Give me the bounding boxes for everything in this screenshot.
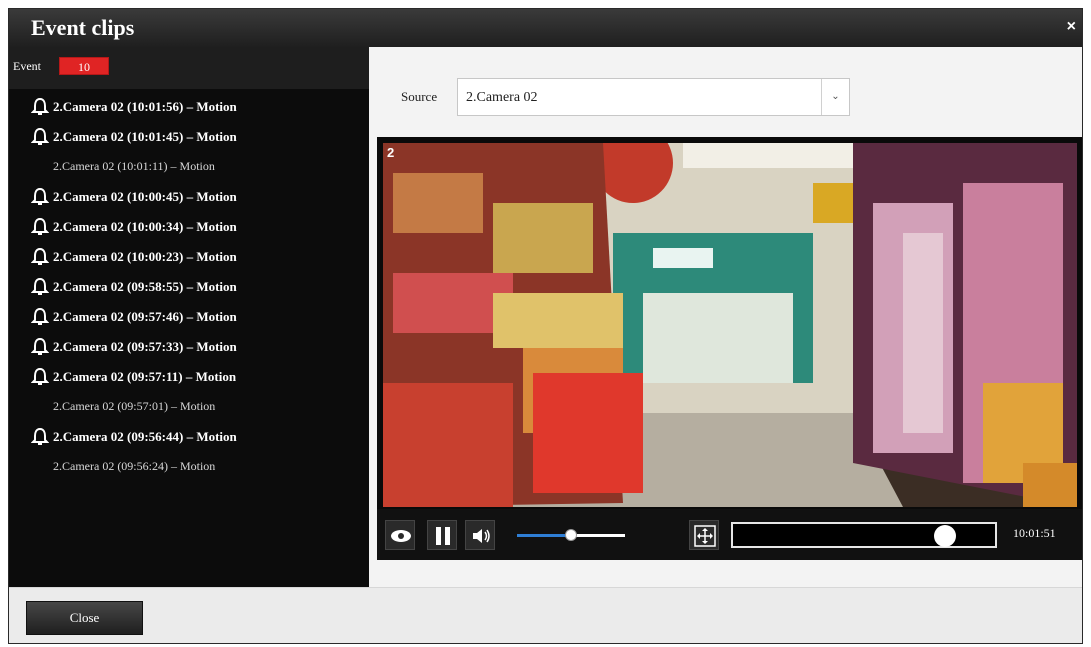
bell-icon	[31, 187, 49, 205]
event-label-text: 2.Camera 02 (10:00:34) – Motion	[53, 219, 237, 234]
video-player: 2 10:01:51	[377, 137, 1082, 560]
view-button[interactable]	[385, 520, 415, 550]
main-panel: Source 2.Camera 02 ⌄ 2 10:01:51	[369, 47, 1082, 587]
event-sidebar: Event 10 2.Camera 02 (10:01:56) – Motion…	[9, 47, 369, 587]
bell-icon	[31, 337, 49, 355]
event-label: Event	[13, 59, 41, 73]
event-label-text: 2.Camera 02 (10:00:23) – Motion	[53, 249, 237, 264]
event-list-item[interactable]: 2.Camera 02 (09:58:55) – Motion	[9, 271, 369, 301]
source-label: Source	[401, 89, 438, 104]
event-list-item[interactable]: 2.Camera 02 (10:00:34) – Motion	[9, 211, 369, 241]
bell-icon	[31, 367, 49, 385]
bell-icon	[31, 277, 49, 295]
event-list-item[interactable]: 2.Camera 02 (10:00:23) – Motion	[9, 241, 369, 271]
speaker-icon	[473, 529, 490, 543]
pause-icon	[436, 527, 450, 545]
timeline-thumb[interactable]	[934, 525, 957, 547]
camera-number: 2	[387, 145, 395, 160]
bell-icon	[31, 217, 49, 235]
playback-timeline[interactable]	[731, 522, 997, 548]
event-list-item[interactable]: 2.Camera 02 (09:56:44) – Motion	[9, 421, 369, 451]
event-list-item[interactable]: 2.Camera 02 (09:57:46) – Motion	[9, 301, 369, 331]
event-label-text: 2.Camera 02 (09:56:44) – Motion	[53, 429, 237, 444]
event-label-text: 2.Camera 02 (09:57:01) – Motion	[53, 399, 216, 413]
volume-thumb[interactable]	[565, 529, 577, 541]
player-controls: 10:01:51	[377, 509, 1082, 560]
fullscreen-button[interactable]	[689, 520, 719, 550]
chevron-down-icon[interactable]: ⌄	[821, 79, 849, 115]
event-label-text: 2.Camera 02 (09:57:46) – Motion	[53, 309, 237, 324]
event-list-item[interactable]: 2.Camera 02 (10:01:11) – Motion	[9, 151, 369, 181]
video-frame[interactable]: 2	[383, 143, 1077, 507]
store-aisle-image	[383, 143, 1077, 507]
event-list-item[interactable]: 2.Camera 02 (10:00:45) – Motion	[9, 181, 369, 211]
bell-icon	[31, 307, 49, 325]
time-readout: 10:01:51	[1013, 526, 1056, 540]
dialog-footer: Close	[9, 587, 1082, 643]
dialog-title: Event clips	[31, 15, 135, 40]
event-label-text: 2.Camera 02 (10:01:11) – Motion	[53, 159, 215, 173]
source-value: 2.Camera 02	[466, 90, 538, 105]
eye-icon	[391, 530, 411, 542]
close-icon[interactable]: ×	[1067, 19, 1076, 35]
volume-fill	[517, 534, 571, 537]
event-label-text: 2.Camera 02 (09:58:55) – Motion	[53, 279, 237, 294]
mute-button[interactable]	[465, 520, 495, 550]
event-count-badge: 10	[59, 57, 109, 75]
event-label-text: 2.Camera 02 (10:00:45) – Motion	[53, 189, 237, 204]
event-list-item[interactable]: 2.Camera 02 (09:57:11) – Motion	[9, 361, 369, 391]
event-list-item[interactable]: 2.Camera 02 (10:01:56) – Motion	[9, 91, 369, 121]
event-list-item[interactable]: 2.Camera 02 (10:01:45) – Motion	[9, 121, 369, 151]
event-list: 2.Camera 02 (10:01:56) – Motion 2.Camera …	[9, 91, 369, 481]
fullscreen-icon	[694, 525, 716, 547]
bell-icon	[31, 127, 49, 145]
event-header: Event 10	[9, 47, 369, 89]
event-list-item[interactable]: 2.Camera 02 (09:57:33) – Motion	[9, 331, 369, 361]
bell-icon	[31, 97, 49, 115]
event-clips-dialog: Event clips × Event 10 2.Camera 02 (10:0…	[8, 8, 1083, 644]
event-list-item[interactable]: 2.Camera 02 (09:56:24) – Motion	[9, 451, 369, 481]
dialog-titlebar: Event clips ×	[9, 9, 1082, 47]
event-list-item[interactable]: 2.Camera 02 (09:57:01) – Motion	[9, 391, 369, 421]
close-button[interactable]: Close	[26, 601, 143, 635]
pause-button[interactable]	[427, 520, 457, 550]
event-label-text: 2.Camera 02 (09:56:24) – Motion	[53, 459, 216, 473]
bell-icon	[31, 427, 49, 445]
event-label-text: 2.Camera 02 (10:01:45) – Motion	[53, 129, 237, 144]
source-select[interactable]: 2.Camera 02 ⌄	[457, 78, 850, 116]
event-label-text: 2.Camera 02 (10:01:56) – Motion	[53, 99, 237, 114]
event-label-text: 2.Camera 02 (09:57:11) – Motion	[53, 369, 237, 384]
bell-icon	[31, 247, 49, 265]
event-label-text: 2.Camera 02 (09:57:33) – Motion	[53, 339, 237, 354]
volume-slider[interactable]	[517, 529, 625, 541]
